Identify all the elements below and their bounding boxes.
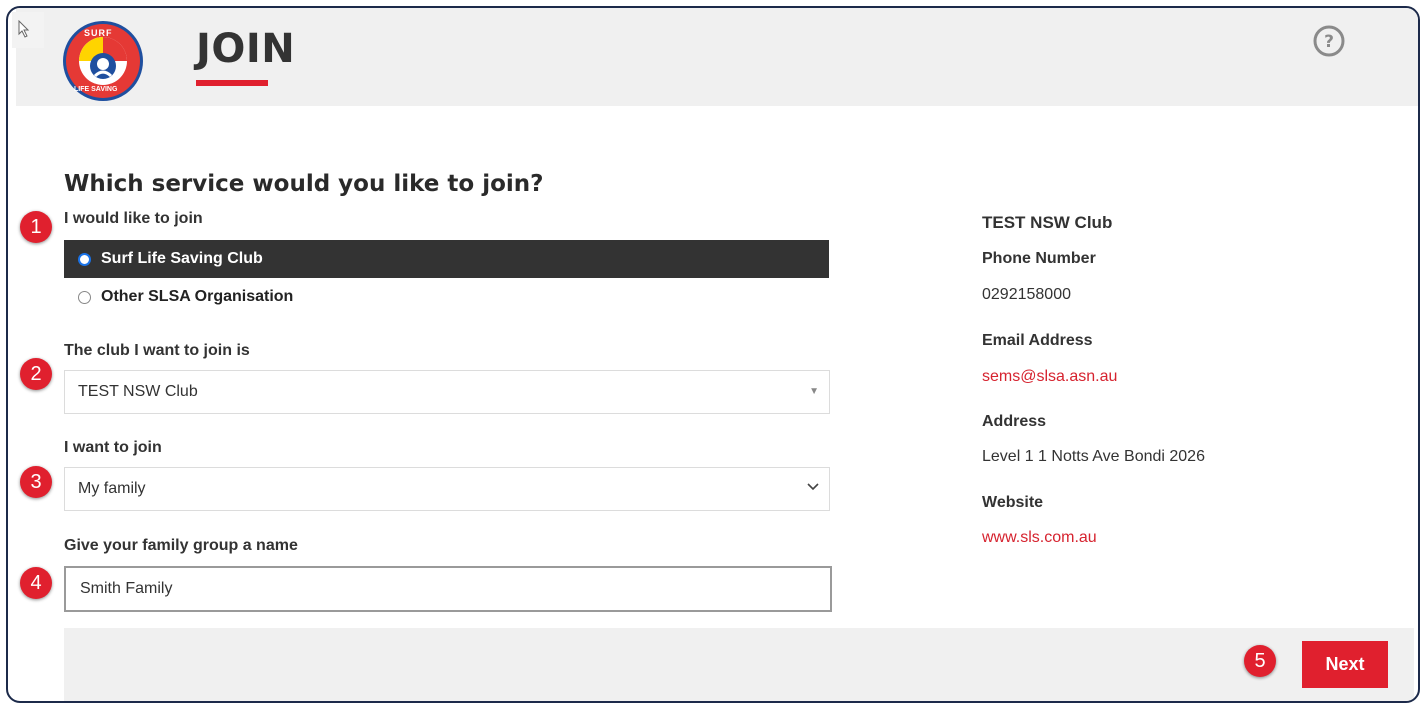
website-label: Website xyxy=(982,494,1044,511)
join-type-label: I would like to join xyxy=(64,210,203,227)
step-badge-1: 1 xyxy=(20,211,52,243)
step-badge-4: 4 xyxy=(20,567,52,599)
join-who-select-value: My family xyxy=(78,480,146,497)
family-name-input[interactable]: Smith Family xyxy=(64,566,832,612)
club-select-value: TEST NSW Club xyxy=(78,383,198,400)
address-label: Address xyxy=(982,413,1047,430)
website-link[interactable]: www.sls.com.au xyxy=(982,529,1097,547)
page-header: SURF LIFE SAVING JOIN ? xyxy=(16,8,1418,106)
step-badge-5: 5 xyxy=(1244,645,1276,677)
chevron-down-icon[interactable] xyxy=(807,483,819,491)
app-window: SURF LIFE SAVING JOIN ? Which service wo… xyxy=(6,6,1420,703)
help-icon[interactable]: ? xyxy=(1312,24,1346,58)
radio-selected-icon[interactable] xyxy=(78,252,91,266)
form-footer xyxy=(64,628,1414,701)
club-info-name: TEST NSW Club xyxy=(982,213,1113,232)
title-underline xyxy=(196,80,268,86)
dropdown-arrow-icon[interactable]: ▼ xyxy=(809,371,819,413)
address-value: Level 1 1 Notts Ave Bondi 2026 xyxy=(982,448,1205,465)
logo-text-top: SURF xyxy=(84,28,113,38)
email-link[interactable]: sems@slsa.asn.au xyxy=(982,368,1117,386)
email-label: Email Address xyxy=(982,332,1093,349)
radio-unselected-icon[interactable] xyxy=(78,290,91,304)
phone-value: 0292158000 xyxy=(982,286,1071,303)
radio-other-slsa-organisation[interactable]: Other SLSA Organisation xyxy=(64,278,829,316)
svg-text:?: ? xyxy=(1324,32,1334,52)
mouse-cursor-icon xyxy=(12,12,44,48)
logo-text-bottom: LIFE SAVING xyxy=(74,86,118,93)
step-badge-2: 2 xyxy=(20,358,52,390)
family-name-label: Give your family group a name xyxy=(64,537,298,554)
step-badge-3: 3 xyxy=(20,466,52,498)
radio-label: Other SLSA Organisation xyxy=(101,288,294,305)
join-who-label: I want to join xyxy=(64,439,162,456)
page-title: JOIN xyxy=(196,26,296,72)
radio-label: Surf Life Saving Club xyxy=(101,250,263,267)
join-who-select[interactable]: My family xyxy=(64,467,830,511)
club-select[interactable]: TEST NSW Club ▼ xyxy=(64,370,830,414)
question-heading: Which service would you like to join? xyxy=(64,171,544,197)
radio-surf-life-saving-club[interactable]: Surf Life Saving Club xyxy=(64,240,829,278)
club-label: The club I want to join is xyxy=(64,342,250,359)
phone-label: Phone Number xyxy=(982,250,1096,267)
next-button[interactable]: Next xyxy=(1302,641,1388,688)
